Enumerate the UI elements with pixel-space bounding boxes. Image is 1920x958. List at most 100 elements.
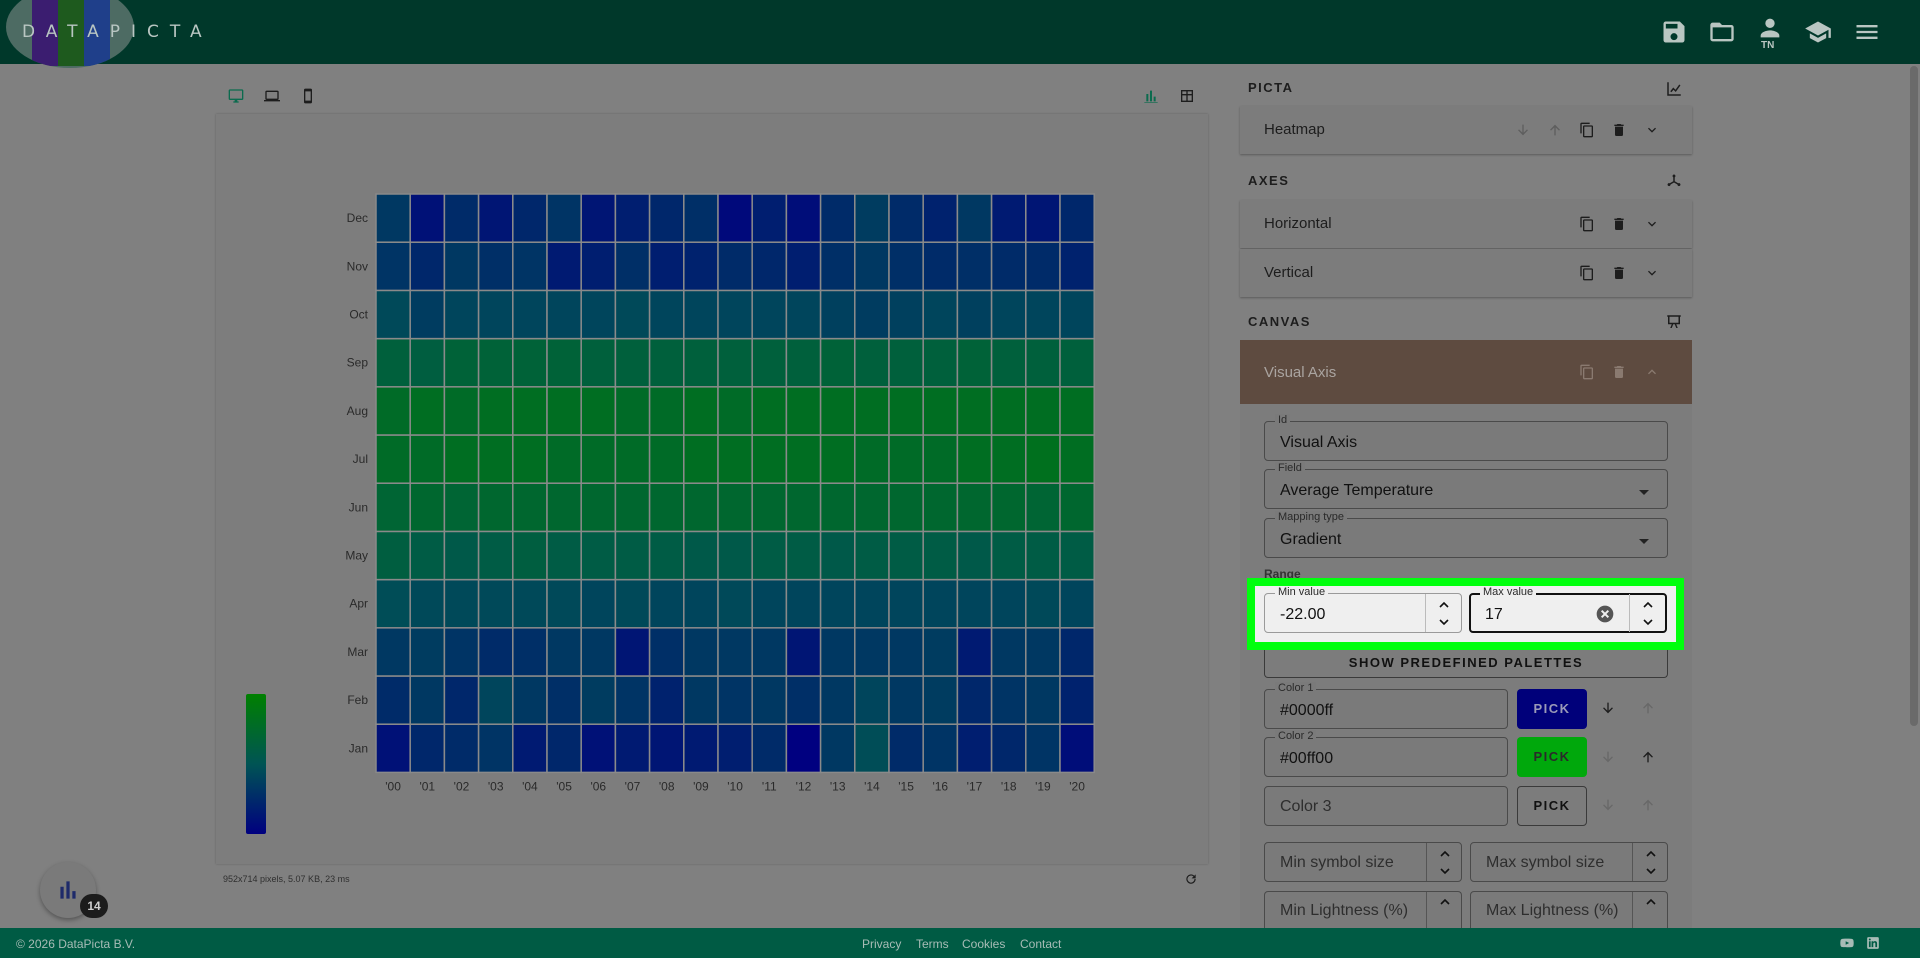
desktop-icon[interactable] — [228, 88, 244, 104]
max-symbol-size-input[interactable]: Max symbol size — [1470, 842, 1668, 882]
refresh-icon[interactable] — [1184, 872, 1198, 886]
table-view-icon[interactable] — [1179, 88, 1195, 104]
heatmap-cell — [717, 434, 753, 484]
heatmap-cell — [922, 627, 959, 677]
delete-icon[interactable] — [1611, 216, 1627, 232]
field-select[interactable]: Field Average Temperature — [1264, 462, 1668, 509]
picta-item-heatmap[interactable]: Heatmap — [1240, 106, 1692, 154]
heatmap-cell — [580, 289, 617, 340]
max-value-input[interactable]: Max value 17 — [1469, 586, 1667, 633]
heatmap-cell — [854, 482, 890, 533]
min-symbol-size-stepper[interactable] — [1426, 843, 1462, 881]
easel-icon[interactable] — [1665, 313, 1683, 331]
axes-item-vertical[interactable]: Vertical — [1240, 249, 1692, 297]
pick-color3-button[interactable]: PICK — [1517, 786, 1587, 826]
move-up-icon[interactable] — [1640, 700, 1656, 716]
duplicate-icon[interactable] — [1579, 216, 1595, 232]
y-tick-label: Sep — [347, 356, 369, 370]
heatmap-cell — [888, 193, 924, 243]
y-tick-label: Feb — [347, 693, 368, 707]
notification-badge: 14 — [80, 894, 108, 918]
heatmap-cell — [477, 337, 514, 388]
move-down-icon[interactable] — [1600, 797, 1616, 813]
chevron-down-icon[interactable] — [1644, 216, 1660, 232]
footer-link-terms[interactable]: Terms — [916, 937, 949, 951]
heatmap-cell — [648, 337, 685, 388]
footer-link-cookies[interactable]: Cookies — [962, 937, 1005, 951]
mapping-type-select[interactable]: Mapping type Gradient — [1264, 511, 1668, 558]
heatmap-cell — [922, 193, 959, 243]
heatmap-cell — [956, 193, 993, 243]
max-lightness-stepper[interactable] — [1632, 892, 1668, 929]
folder-open-icon[interactable] — [1708, 18, 1736, 46]
phone-icon[interactable] — [300, 88, 316, 104]
visual-axis-header[interactable]: Visual Axis — [1240, 340, 1692, 404]
heatmap-cell — [785, 193, 822, 243]
min-value-input[interactable]: Min value -22.00 — [1264, 586, 1462, 633]
min-lightness-stepper[interactable] — [1426, 892, 1462, 929]
id-field[interactable]: Id Visual Axis — [1264, 414, 1668, 461]
user-icon[interactable] — [1756, 14, 1784, 42]
clear-icon[interactable] — [1595, 604, 1615, 624]
line-chart-icon[interactable] — [1665, 80, 1683, 98]
heatmap-cell — [922, 434, 959, 484]
axes-item-horizontal[interactable]: Horizontal — [1240, 200, 1692, 248]
heatmap-cell — [1025, 723, 1061, 774]
y-tick-label: Nov — [347, 259, 368, 273]
heatmap-cell — [477, 482, 514, 533]
laptop-icon[interactable] — [264, 88, 280, 104]
pick-color1-button[interactable]: PICK — [1517, 689, 1587, 729]
move-down-icon[interactable] — [1600, 700, 1616, 716]
move-down-icon[interactable] — [1515, 122, 1531, 138]
max-lightness-input[interactable]: Max Lightness (%) — [1470, 891, 1668, 929]
duplicate-icon[interactable] — [1579, 122, 1595, 138]
heatmap-cell — [1059, 675, 1095, 725]
min-value-stepper[interactable] — [1425, 594, 1461, 632]
heatmap-cell — [1025, 241, 1061, 292]
youtube-icon[interactable] — [1840, 936, 1854, 950]
menu-icon[interactable] — [1853, 18, 1881, 46]
duplicate-icon[interactable] — [1579, 364, 1595, 380]
heatmap-cell — [512, 337, 548, 388]
duplicate-icon[interactable] — [1579, 265, 1595, 281]
x-tick-label: '15 — [898, 779, 914, 793]
heatmap-cell — [477, 530, 514, 581]
chevron-down-icon[interactable] — [1644, 122, 1660, 138]
heatmap-cell — [375, 723, 411, 774]
show-palettes-button[interactable]: SHOW PREDEFINED PALETTES — [1264, 650, 1668, 678]
footer-link-contact[interactable]: Contact — [1020, 937, 1061, 951]
color2-field[interactable]: Color 2 #00ff00 — [1264, 730, 1508, 777]
heatmap-cell — [409, 530, 446, 581]
mapping-type-value: Gradient — [1280, 531, 1342, 548]
chart-view-icon[interactable] — [1143, 88, 1159, 104]
min-symbol-size-input[interactable]: Min symbol size — [1264, 842, 1462, 882]
heatmap-cell — [512, 627, 548, 677]
move-up-icon[interactable] — [1640, 749, 1656, 765]
delete-icon[interactable] — [1611, 122, 1627, 138]
linkedin-icon[interactable] — [1866, 936, 1880, 950]
color3-field[interactable]: Color 3 — [1264, 786, 1508, 826]
delete-icon[interactable] — [1611, 364, 1627, 380]
heatmap-cell — [922, 337, 959, 388]
school-icon[interactable] — [1804, 18, 1832, 46]
pick-color2-button[interactable]: PICK — [1517, 737, 1587, 777]
move-up-icon[interactable] — [1547, 122, 1563, 138]
move-down-icon[interactable] — [1600, 749, 1616, 765]
chevron-down-icon[interactable] — [1644, 265, 1660, 281]
axes-icon[interactable] — [1665, 173, 1683, 191]
heatmap-cell — [648, 530, 685, 581]
footer-link-privacy[interactable]: Privacy — [862, 937, 901, 951]
chevron-up-icon[interactable] — [1644, 364, 1660, 380]
axes-item-label: Vertical — [1264, 264, 1314, 281]
max-symbol-size-stepper[interactable] — [1632, 843, 1668, 881]
color1-field[interactable]: Color 1 #0000ff — [1264, 682, 1508, 729]
save-icon[interactable] — [1660, 18, 1688, 46]
panel-scrollbar[interactable] — [1910, 66, 1918, 726]
heatmap-cell — [990, 530, 1027, 581]
min-lightness-input[interactable]: Min Lightness (%) — [1264, 891, 1462, 929]
move-up-icon[interactable] — [1640, 797, 1656, 813]
max-value-stepper[interactable] — [1629, 594, 1665, 632]
y-tick-label: Mar — [347, 645, 368, 659]
heatmap-cell — [477, 627, 514, 677]
delete-icon[interactable] — [1611, 265, 1627, 281]
